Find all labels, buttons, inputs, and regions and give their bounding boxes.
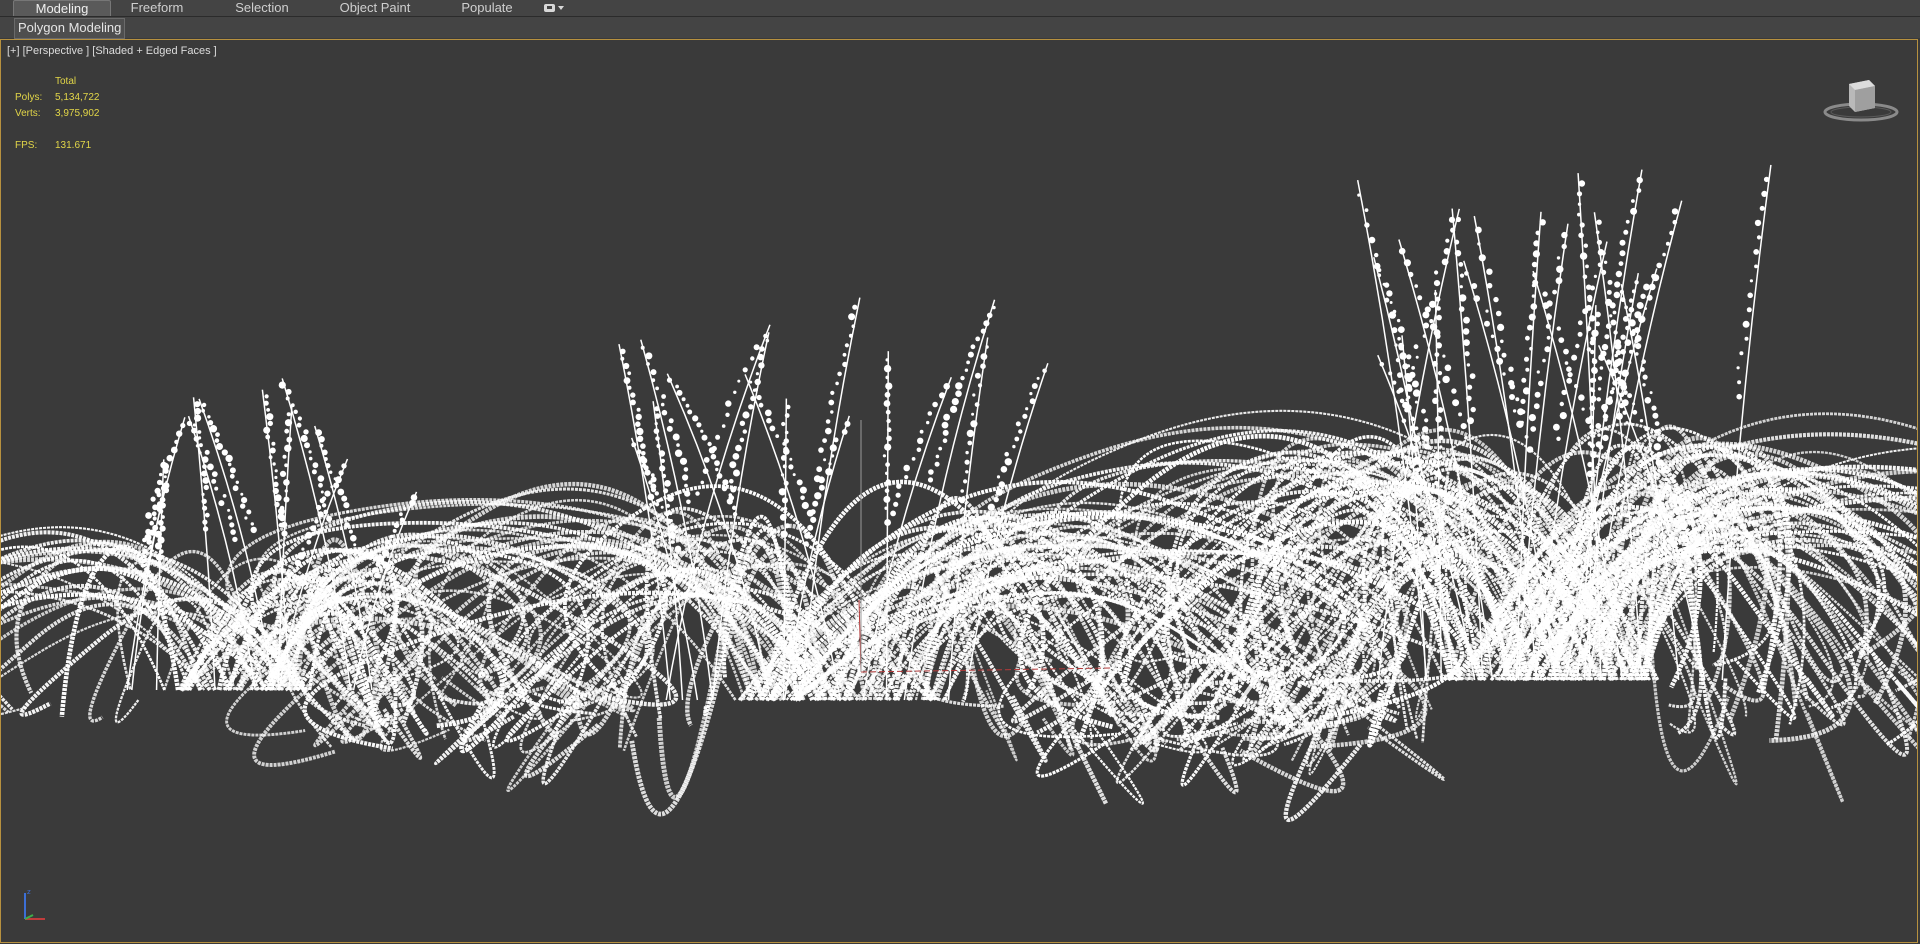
app-window: Modeling Freeform Selection Object Paint… bbox=[0, 0, 1920, 944]
tab-object-paint[interactable]: Object Paint bbox=[322, 0, 428, 16]
fps-label: FPS: bbox=[15, 140, 38, 151]
ribbon-tab-bar: Modeling Freeform Selection Object Paint… bbox=[0, 0, 1920, 17]
tab-modeling[interactable]: Modeling bbox=[13, 0, 111, 16]
verts-value: 3,975,902 bbox=[55, 108, 100, 119]
stats-header: Total bbox=[55, 76, 77, 87]
viewport-scene[interactable] bbox=[1, 40, 1917, 942]
axis-tripod-icon: z bbox=[24, 888, 45, 920]
tab-selection[interactable]: Selection bbox=[220, 0, 304, 16]
chevron-down-icon bbox=[558, 6, 564, 10]
panel-toggle-icon bbox=[544, 4, 555, 12]
svg-text:z: z bbox=[27, 888, 31, 896]
fps-value: 131.671 bbox=[55, 140, 92, 151]
perspective-viewport[interactable]: [+] [Perspective ] [Shaded + Edged Faces… bbox=[0, 39, 1918, 943]
polys-label: Polys: bbox=[15, 92, 43, 103]
options-dropdown-icon[interactable] bbox=[544, 2, 568, 14]
ribbon-panel-row: Polygon Modeling bbox=[0, 17, 1920, 39]
tab-populate[interactable]: Populate bbox=[448, 0, 526, 16]
verts-label: Verts: bbox=[15, 108, 41, 119]
viewport-label-menu[interactable]: [+] [Perspective ] [Shaded + Edged Faces… bbox=[7, 45, 217, 58]
tab-freeform[interactable]: Freeform bbox=[114, 0, 200, 16]
polygon-modeling-panel-button[interactable]: Polygon Modeling bbox=[14, 18, 126, 39]
viewcube-icon[interactable] bbox=[1823, 74, 1899, 122]
polys-value: 5,134,722 bbox=[55, 92, 100, 103]
